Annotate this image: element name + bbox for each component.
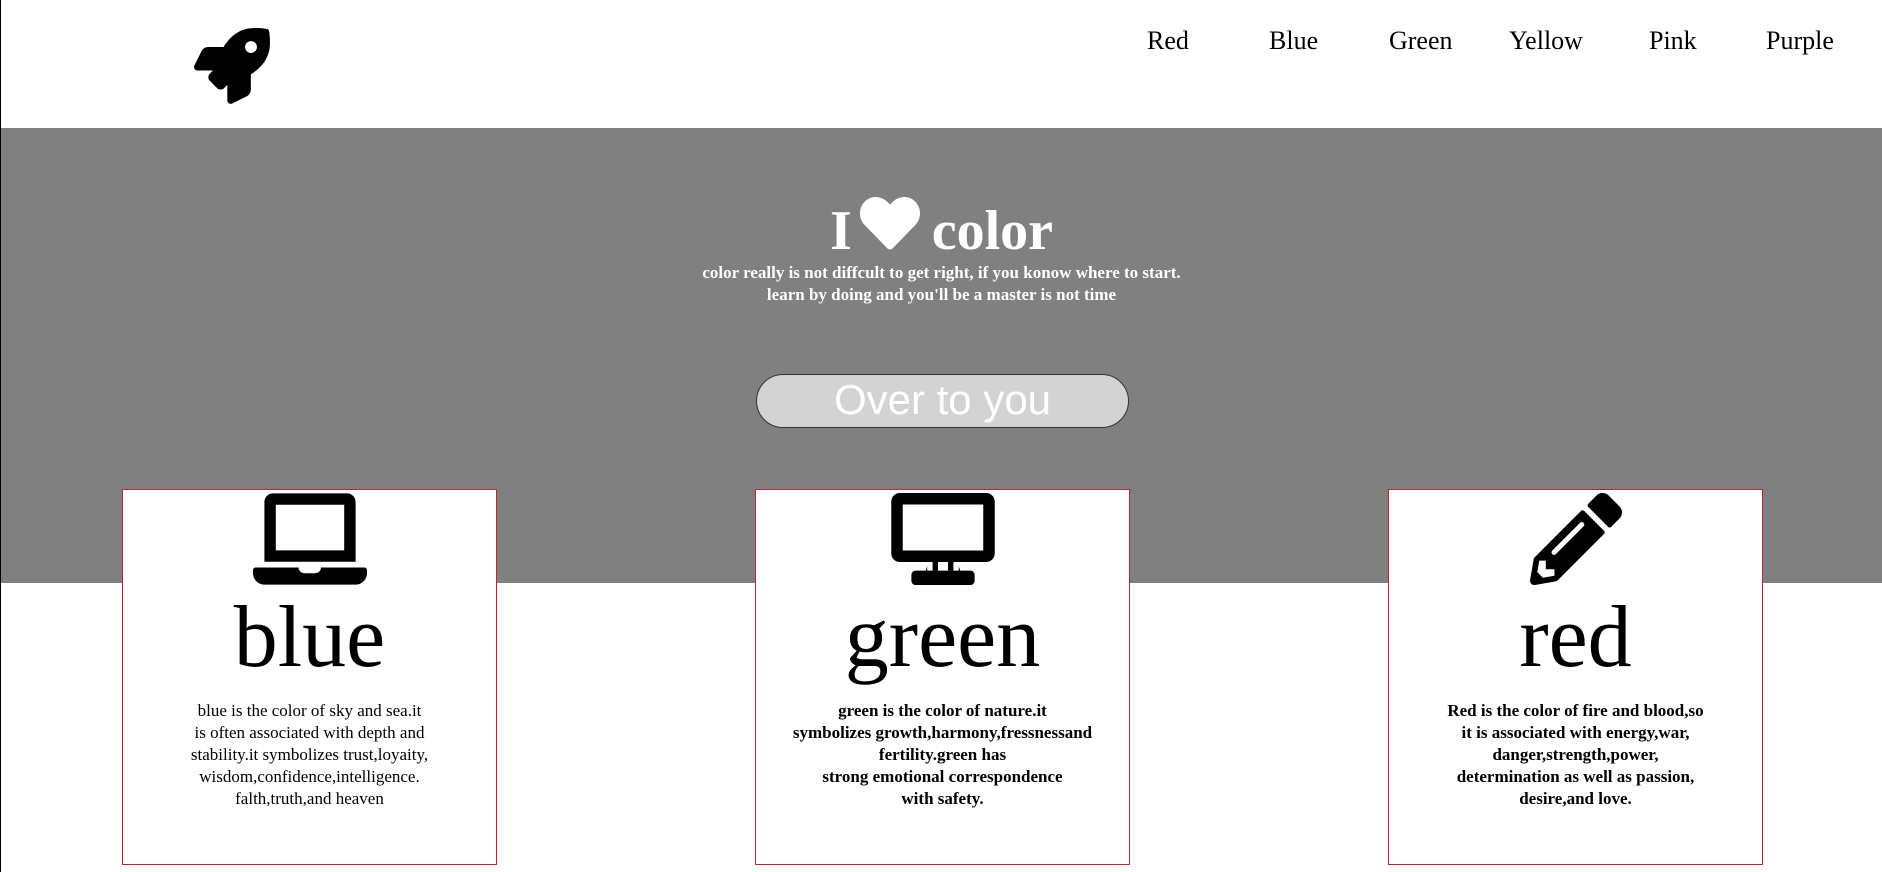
hero-title-suffix: color [931, 200, 1054, 262]
page: Red Blue Green Yellow Pink Purple Icolor… [0, 0, 1882, 872]
hero-subtitle-line2: learn by doing and you'll be a master is… [766, 285, 1117, 304]
card-description: green is the color of nature.it symboliz… [792, 701, 1093, 808]
heart-icon [859, 197, 920, 251]
nav-item-yellow[interactable]: Yellow [1509, 26, 1583, 56]
card-red: red Red is the color of fire and blood,s… [1388, 489, 1763, 865]
hero-title: Icolor [1, 197, 1882, 259]
hero-subtitle-line1: color really is not diffcult to get righ… [702, 263, 1181, 282]
hero-title-prefix: I [829, 200, 852, 262]
rocket-icon[interactable] [194, 28, 270, 104]
desktop-icon [756, 493, 1129, 585]
card-green: green green is the color of nature.it sy… [755, 489, 1130, 865]
main-nav: Red Blue Green Yellow Pink Purple [1141, 26, 1861, 62]
card-description: blue is the color of sky and sea.it is o… [190, 701, 429, 808]
card-description: Red is the color of fire and blood,so it… [1447, 701, 1704, 808]
header: Red Blue Green Yellow Pink Purple [1, 0, 1882, 128]
hero-subtitle: color really is not diffcult to get righ… [1, 262, 1882, 306]
nav-item-red[interactable]: Red [1147, 26, 1189, 56]
card-title: green [844, 589, 1041, 686]
nav-item-purple[interactable]: Purple [1766, 26, 1834, 56]
nav-item-blue[interactable]: Blue [1269, 26, 1318, 56]
card-title: red [1519, 589, 1632, 686]
nav-item-green[interactable]: Green [1389, 26, 1453, 56]
card-blue: blue blue is the color of sky and sea.it… [122, 489, 497, 865]
nav-item-pink[interactable]: Pink [1649, 26, 1697, 56]
laptop-icon [123, 493, 496, 585]
pencil-icon [1389, 493, 1762, 585]
card-title: blue [233, 589, 386, 686]
over-to-you-button[interactable]: Over to you [756, 374, 1129, 428]
